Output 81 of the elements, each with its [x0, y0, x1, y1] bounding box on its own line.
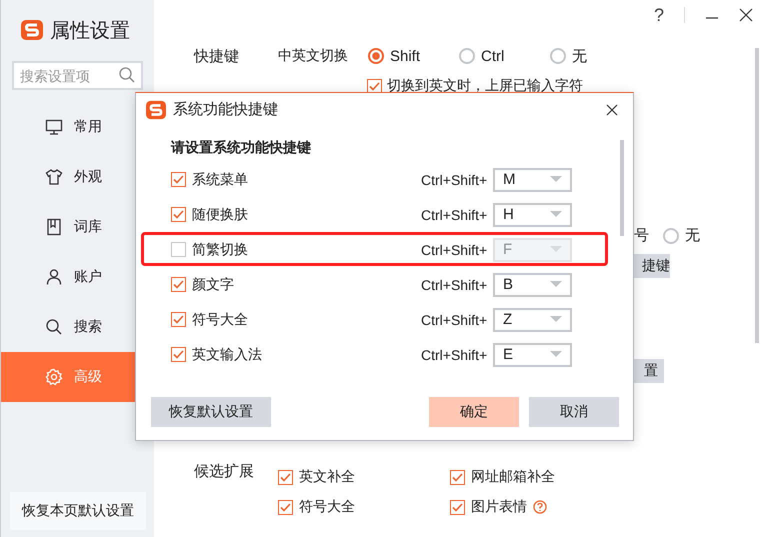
checkbox[interactable] — [171, 312, 186, 327]
logo-icon — [21, 19, 43, 41]
option-label: 无 — [572, 46, 587, 66]
option-label: 图片表情 — [471, 498, 527, 516]
option-label: 号 — [634, 226, 649, 245]
help-button[interactable]: ? — [654, 4, 664, 26]
section-label: 快捷键 — [194, 46, 240, 66]
key-dropdown[interactable]: M — [493, 168, 572, 192]
sidebar-item[interactable]: 常用 — [1, 102, 154, 152]
modifier-label: Ctrl+Shift+ — [421, 312, 488, 328]
key-dropdown[interactable]: B — [493, 272, 572, 296]
modifier-label: Ctrl+Shift+ — [421, 172, 488, 188]
key-dropdown[interactable]: H — [493, 202, 572, 226]
radio-button[interactable] — [368, 48, 384, 64]
shortcut-label: 随便换肤 — [192, 206, 249, 224]
settings-button[interactable]: 置 — [634, 359, 664, 383]
option-label: Ctrl — [481, 48, 504, 64]
checkbox[interactable] — [171, 277, 186, 292]
search-field[interactable]: 搜索设置项 — [12, 61, 143, 90]
ok-button[interactable]: 确定 — [429, 397, 519, 427]
radio-button[interactable] — [459, 48, 475, 64]
radio-button[interactable] — [550, 48, 566, 64]
option-label: 无 — [685, 226, 700, 245]
gear-icon — [45, 368, 63, 386]
setting-label: 中英文切换 — [278, 47, 349, 65]
checkbox[interactable] — [171, 207, 186, 222]
scrollbar[interactable] — [620, 140, 624, 236]
dropdown-arrow-icon — [550, 316, 562, 323]
checkbox[interactable] — [171, 172, 186, 187]
checkbox[interactable] — [171, 242, 186, 257]
search-icon — [45, 318, 63, 336]
close-icon[interactable] — [606, 104, 618, 116]
option-label: 符号大全 — [299, 498, 355, 516]
close-icon[interactable] — [739, 8, 753, 22]
sidebar-item[interactable]: 搜索 — [1, 302, 154, 352]
key-dropdown[interactable]: E — [493, 342, 572, 366]
dropdown-arrow-icon — [550, 351, 562, 358]
dropdown-arrow-icon — [550, 246, 562, 253]
radio-button[interactable] — [663, 228, 679, 244]
shortcut-label: 英文输入法 — [192, 346, 263, 364]
option-label: 切换到英文时，上屏已输入字符 — [387, 77, 583, 95]
shirt-icon — [45, 168, 63, 186]
dropdown-arrow-icon — [550, 281, 562, 288]
restore-button[interactable]: 恢复默认设置 — [151, 397, 271, 427]
dialog-heading: 请设置系统功能快捷键 — [171, 138, 312, 157]
dropdown-arrow-icon — [550, 211, 562, 218]
settings-button[interactable]: 捷键 — [634, 254, 670, 278]
shortcut-label: 颜文字 — [192, 276, 235, 294]
person-icon — [45, 268, 63, 286]
checkbox[interactable] — [171, 347, 186, 362]
sidebar-item[interactable]: 账户 — [1, 252, 154, 302]
app-title: 属性设置 — [50, 18, 130, 44]
option-label: 网址邮箱补全 — [471, 468, 555, 486]
checkbox[interactable] — [278, 500, 293, 514]
checkbox[interactable] — [450, 470, 465, 484]
section-label: 候选扩展 — [194, 462, 255, 482]
shortcut-label: 符号大全 — [192, 310, 249, 328]
search-icon — [119, 67, 135, 83]
option-label: 英文补全 — [299, 468, 355, 486]
option-label: Shift — [390, 48, 420, 64]
help-icon[interactable] — [533, 500, 547, 514]
checkbox[interactable] — [367, 78, 382, 94]
cancel-button[interactable]: 取消 — [529, 397, 619, 427]
shortcut-label: 系统菜单 — [192, 170, 249, 188]
reset-page-button[interactable]: 恢复本页默认设置 — [10, 492, 146, 530]
sidebar-item[interactable]: 外观 — [1, 152, 154, 202]
key-dropdown[interactable]: Z — [493, 308, 572, 332]
monitor-icon — [45, 118, 63, 136]
modifier-label: Ctrl+Shift+ — [421, 276, 488, 292]
modifier-label: Ctrl+Shift+ — [421, 242, 488, 258]
modifier-label: Ctrl+Shift+ — [421, 346, 488, 362]
sidebar-item[interactable]: 词库 — [1, 202, 154, 252]
dialog-title: 系统功能快捷键 — [173, 100, 279, 119]
checkbox[interactable] — [450, 500, 465, 514]
book-icon — [45, 218, 63, 236]
scrollbar[interactable] — [755, 48, 759, 343]
shortcut-label: 简繁切换 — [192, 240, 249, 258]
logo-icon — [146, 100, 166, 120]
modifier-label: Ctrl+Shift+ — [421, 206, 488, 222]
checkbox[interactable] — [278, 470, 293, 484]
dropdown-arrow-icon — [550, 176, 562, 183]
